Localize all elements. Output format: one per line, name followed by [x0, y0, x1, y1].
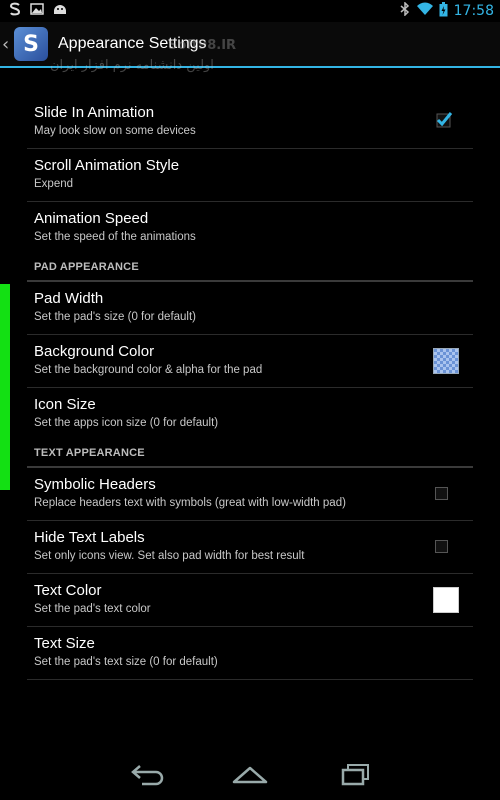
- text-color-swatch[interactable]: [433, 587, 459, 613]
- pref-icon-size[interactable]: Icon Size Set the apps icon size (0 for …: [27, 388, 473, 441]
- color-swatch-icon: [433, 348, 459, 374]
- pref-title: Background Color: [34, 343, 155, 360]
- section-title: PAD APPEARANCE: [34, 261, 139, 273]
- pref-summary: Set the pad's size (0 for default): [34, 311, 197, 323]
- pref-slide-in-animation[interactable]: Slide In Animation May look slow on some…: [27, 96, 473, 149]
- battery-icon: [439, 1, 448, 21]
- up-chevron-icon[interactable]: ‹: [2, 34, 12, 55]
- back-icon[interactable]: [128, 762, 168, 790]
- symbolic-headers-checkbox[interactable]: [435, 487, 448, 500]
- pref-text-size[interactable]: Text Size Set the pad's text size (0 for…: [27, 627, 473, 680]
- unchecked-box-icon: [435, 487, 448, 500]
- slide-in-checkbox[interactable]: [435, 111, 453, 129]
- section-header-text: TEXT APPEARANCE: [27, 441, 473, 468]
- pref-title: Icon Size: [34, 396, 96, 413]
- pref-summary: Replace headers text with symbols (great…: [34, 497, 346, 509]
- pref-symbolic-headers[interactable]: Symbolic Headers Replace headers text wi…: [27, 468, 473, 521]
- action-bar: ‹ S Appearance Settings: [0, 22, 500, 68]
- pref-title: Text Size: [34, 635, 95, 652]
- status-clock: 17:58: [453, 3, 494, 19]
- edge-handle-indicator: [0, 284, 10, 490]
- pref-title: Symbolic Headers: [34, 476, 156, 493]
- pref-summary: Set only icons view. Set also pad width …: [34, 550, 305, 562]
- color-swatch-icon: [433, 587, 459, 613]
- pref-title: Animation Speed: [34, 210, 149, 227]
- android-icon: [52, 2, 68, 20]
- home-icon[interactable]: [230, 762, 270, 790]
- section-header-pad: PAD APPEARANCE: [27, 255, 473, 282]
- app-logo-icon[interactable]: S: [14, 27, 48, 61]
- page-title: Appearance Settings: [58, 35, 207, 52]
- notification-icons: [0, 2, 68, 20]
- recent-apps-icon[interactable]: [338, 762, 378, 790]
- pref-title: Slide In Animation: [34, 104, 155, 121]
- pref-animation-speed[interactable]: Animation Speed Set the speed of the ani…: [27, 202, 473, 255]
- pref-scroll-animation-style[interactable]: Scroll Animation Style Expend: [27, 149, 473, 202]
- pref-title: Scroll Animation Style: [34, 157, 180, 174]
- pref-text-color[interactable]: Text Color Set the pad's text color: [27, 574, 473, 627]
- pref-title: Pad Width: [34, 290, 104, 307]
- pref-summary: May look slow on some devices: [34, 125, 196, 137]
- pref-title: Hide Text Labels: [34, 529, 145, 546]
- pref-hide-text-labels[interactable]: Hide Text Labels Set only icons view. Se…: [27, 521, 473, 574]
- image-icon: [30, 2, 44, 20]
- status-bar: 17:58: [0, 0, 500, 22]
- preferences-list: Slide In Animation May look slow on some…: [27, 96, 473, 680]
- pref-summary: Expend: [34, 178, 74, 190]
- pref-title: Text Color: [34, 582, 102, 599]
- system-nav-bar: [0, 752, 500, 800]
- background-color-swatch[interactable]: [433, 348, 459, 374]
- bluetooth-icon: [399, 1, 411, 20]
- pref-pad-width[interactable]: Pad Width Set the pad's size (0 for defa…: [27, 282, 473, 335]
- section-title: TEXT APPEARANCE: [34, 447, 145, 459]
- checkmark-icon: [435, 111, 453, 129]
- pref-background-color[interactable]: Background Color Set the background colo…: [27, 335, 473, 388]
- system-status: 17:58: [399, 0, 494, 22]
- pref-summary: Set the pad's text color: [34, 603, 151, 615]
- unchecked-box-icon: [435, 540, 448, 553]
- app-s-icon: [8, 2, 22, 20]
- wifi-icon: [416, 2, 433, 20]
- pref-summary: Set the pad's text size (0 for default): [34, 656, 218, 668]
- pref-summary: Set the apps icon size (0 for default): [34, 417, 219, 429]
- pref-summary: Set the background color & alpha for the…: [34, 364, 263, 376]
- pref-summary: Set the speed of the animations: [34, 231, 196, 243]
- hide-text-labels-checkbox[interactable]: [435, 540, 448, 553]
